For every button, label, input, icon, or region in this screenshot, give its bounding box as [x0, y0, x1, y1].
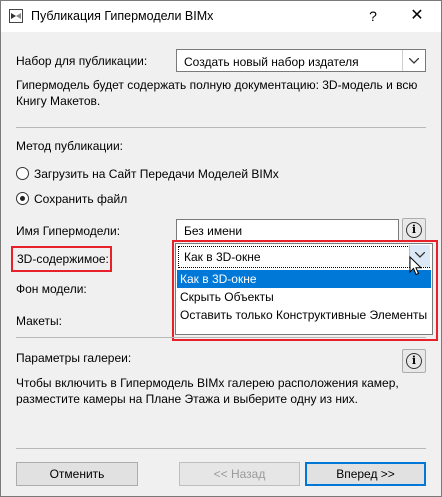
layouts-label: Макеты:	[16, 314, 62, 328]
cancel-button[interactable]: Отменить	[16, 462, 138, 486]
hypermodel-name-label: Имя Гипермодели:	[16, 224, 121, 238]
content-3d-dropdown[interactable]: Как в 3D-окне Как в 3D-окне Скрыть Объек…	[175, 243, 433, 335]
window-title: Публикация Гипермодели BIMx	[31, 9, 214, 23]
info-icon: i	[406, 222, 422, 238]
info-button-name[interactable]: i	[402, 218, 426, 242]
radio-upload-label[interactable]: Загрузить на Сайт Передачи Моделей BIMx	[34, 167, 279, 181]
info-button-gallery[interactable]: i	[402, 349, 426, 373]
next-button[interactable]: Вперед >>	[305, 462, 426, 486]
help-button[interactable]: ?	[361, 5, 385, 27]
bimx-app-icon	[9, 9, 23, 23]
divider	[16, 337, 426, 338]
hypermodel-name-value: Без имени	[184, 224, 243, 238]
model-background-label: Фон модели:	[16, 282, 87, 296]
radio-save-file[interactable]	[16, 192, 29, 205]
gallery-label: Параметры галереи:	[16, 351, 132, 365]
publish-set-value: Создать новый набор издателя	[184, 55, 359, 69]
hypermodel-name-input[interactable]: Без имени	[176, 219, 399, 242]
dropdown-option[interactable]: Скрыть Объекты	[177, 288, 431, 306]
mouse-pointer-icon	[409, 255, 423, 279]
publish-set-label: Набор для публикации:	[16, 54, 148, 68]
publish-set-select[interactable]: Создать новый набор издателя	[176, 49, 426, 72]
radio-upload[interactable]	[16, 167, 29, 180]
method-label: Метод публикации:	[16, 139, 123, 153]
back-button[interactable]: << Назад	[179, 462, 300, 486]
divider	[16, 448, 426, 449]
gallery-description: Чтобы включить в Гипермодель BIMx галере…	[16, 376, 399, 406]
dropdown-option[interactable]: Оставить только Конструктивные Элементы	[177, 306, 431, 324]
close-button[interactable]: ✕	[403, 5, 431, 27]
publish-set-description: Гипермодель будет содержать полную докум…	[16, 78, 418, 108]
dropdown-option[interactable]: Как в 3D-окне	[177, 270, 431, 288]
content-3d-select[interactable]: Как в 3D-окне	[178, 246, 430, 268]
divider	[16, 127, 426, 128]
content-3d-value: Как в 3D-окне	[184, 250, 261, 264]
content-3d-label: 3D-содержимое:	[17, 252, 109, 266]
info-icon: i	[406, 353, 422, 369]
chevron-down-icon	[402, 50, 425, 71]
radio-save-file-label[interactable]: Сохранить файл	[34, 192, 127, 206]
title-bar: Публикация Гипермодели BIMx ? ✕	[1, 1, 441, 32]
